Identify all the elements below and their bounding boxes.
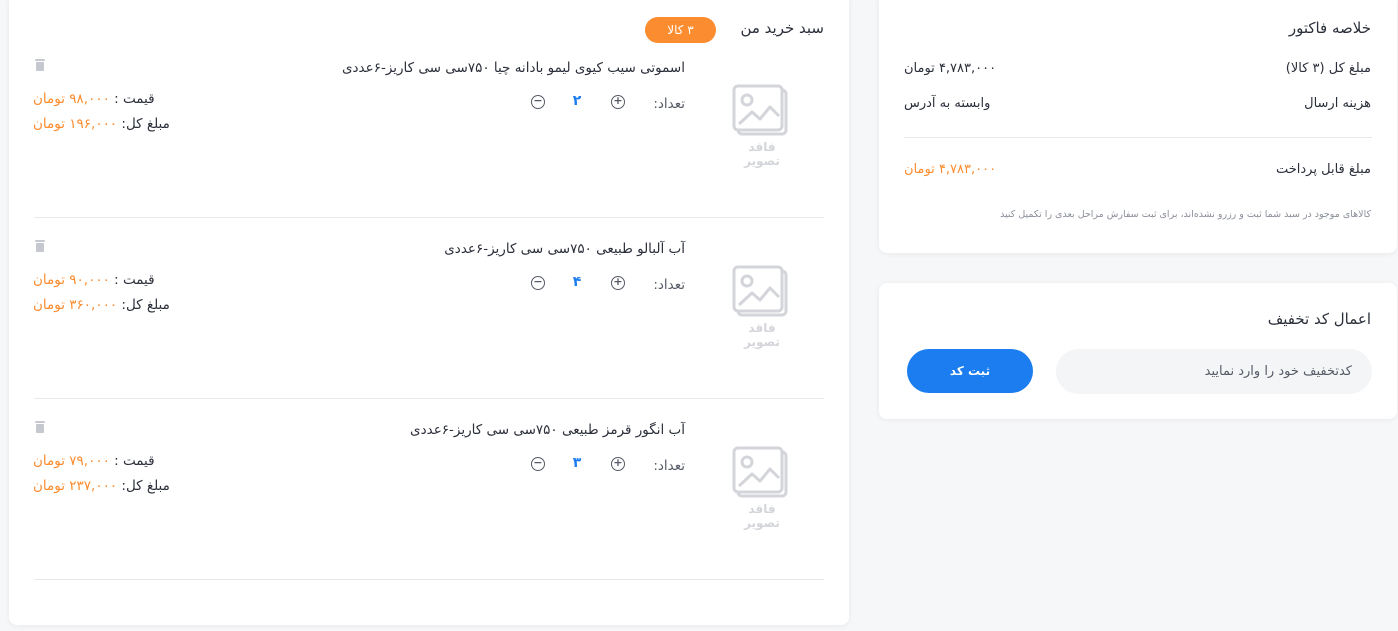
unit-price-value: ۷۹,۰۰۰ تومان — [33, 453, 110, 469]
plus-circle-icon[interactable]: + — [611, 276, 625, 290]
item-divider — [34, 398, 824, 399]
cart-item: آب آلبالو طبیعی ۷۵۰سی سی کاریز-۶عددی فاق… — [9, 239, 849, 422]
cart-item: اسموتی سیب کیوی لیمو بادانه چیا ۷۵۰سی سی… — [9, 58, 849, 241]
trash-icon[interactable] — [34, 58, 46, 72]
unit-price-row: قیمت : ۷۹,۰۰۰ تومان — [33, 453, 155, 469]
total-price-row: مبلغ کل: ۲۳۷,۰۰۰ تومان — [33, 478, 170, 494]
shipping-label: هزینه ارسال — [1304, 96, 1371, 111]
quantity-label: تعداد: — [653, 96, 685, 112]
minus-circle-icon[interactable]: − — [531, 276, 545, 290]
item-name: اسموتی سیب کیوی لیمو بادانه چیا ۷۵۰سی سی… — [341, 60, 685, 76]
shipping-value: وابسته به آدرس — [904, 96, 991, 111]
trash-icon[interactable] — [34, 420, 46, 434]
no-image-caption: فاقد تصویر — [744, 321, 780, 349]
cart-card: سبد خرید من ۳ کالا اسموتی سیب کیوی لیمو … — [9, 0, 849, 625]
total-price-row: مبلغ کل: ۳۶۰,۰۰۰ تومان — [33, 297, 170, 313]
summary-title: خلاصه فاکتور — [1288, 19, 1371, 37]
total-price-label: مبلغ کل: — [121, 297, 170, 313]
image-placeholder-icon: فاقد تصویر — [730, 444, 794, 530]
discount-title: اعمال کد تخفیف — [1267, 310, 1371, 328]
item-divider — [34, 579, 824, 580]
quantity-value: ۴ — [572, 274, 582, 290]
quantity-value: ۳ — [572, 455, 582, 471]
unit-price-row: قیمت : ۹۸,۰۰۰ تومان — [33, 91, 155, 107]
plus-circle-icon[interactable]: + — [611, 457, 625, 471]
discount-code-input[interactable] — [1056, 349, 1372, 394]
minus-circle-icon[interactable]: − — [531, 95, 545, 109]
cart-count-badge: ۳ کالا — [645, 17, 716, 43]
plus-circle-icon[interactable]: + — [611, 95, 625, 109]
item-name: آب انگور قرمز طبیعی ۷۵۰سی سی کاریز-۶عددی — [410, 422, 685, 438]
unit-price-label: قیمت : — [114, 91, 155, 107]
item-divider — [34, 217, 824, 218]
total-price-row: مبلغ کل: ۱۹۶,۰۰۰ تومان — [33, 116, 170, 132]
unit-price-value: ۹۰,۰۰۰ تومان — [33, 272, 110, 288]
no-image-caption: فاقد تصویر — [744, 140, 780, 168]
discount-card: اعمال کد تخفیف ثبت کد — [879, 283, 1397, 419]
unit-price-value: ۹۸,۰۰۰ تومان — [33, 91, 110, 107]
image-placeholder-icon: فاقد تصویر — [730, 263, 794, 349]
unit-price-label: قیمت : — [114, 453, 155, 469]
total-price-value: ۳۶۰,۰۰۰ تومان — [33, 297, 118, 313]
unit-price-row: قیمت : ۹۰,۰۰۰ تومان — [33, 272, 155, 288]
submit-code-button[interactable]: ثبت کد — [907, 349, 1033, 393]
total-price-value: ۲۳۷,۰۰۰ تومان — [33, 478, 118, 494]
subtotal-value: ۴,۷۸۳,۰۰۰ تومان — [904, 61, 997, 76]
payable-value: ۴,۷۸۳,۰۰۰ تومان — [904, 162, 997, 177]
quantity-label: تعداد: — [653, 277, 685, 293]
cart-title: سبد خرید من — [740, 19, 824, 37]
total-price-label: مبلغ کل: — [121, 478, 170, 494]
quantity-label: تعداد: — [653, 458, 685, 474]
trash-icon[interactable] — [34, 239, 46, 253]
total-price-label: مبلغ کل: — [121, 116, 170, 132]
item-name: آب آلبالو طبیعی ۷۵۰سی سی کاریز-۶عددی — [444, 241, 685, 257]
summary-divider — [904, 137, 1372, 138]
total-price-value: ۱۹۶,۰۰۰ تومان — [33, 116, 118, 132]
unit-price-label: قیمت : — [114, 272, 155, 288]
invoice-summary-card: خلاصه فاکتور مبلغ کل (۳ کالا) ۴,۷۸۳,۰۰۰ … — [879, 0, 1397, 253]
payable-label: مبلغ قابل پرداخت — [1275, 162, 1371, 177]
reservation-note: کالاهای موجود در سبد شما ثبت و رزرو نشده… — [1000, 209, 1371, 220]
minus-circle-icon[interactable]: − — [531, 457, 545, 471]
quantity-value: ۲ — [572, 93, 582, 109]
subtotal-label: مبلغ کل (۳ کالا) — [1285, 61, 1371, 76]
cart-item: آب انگور قرمز طبیعی ۷۵۰سی سی کاریز-۶عددی… — [9, 420, 849, 603]
no-image-caption: فاقد تصویر — [744, 502, 780, 530]
image-placeholder-icon: فاقد تصویر — [730, 82, 794, 168]
